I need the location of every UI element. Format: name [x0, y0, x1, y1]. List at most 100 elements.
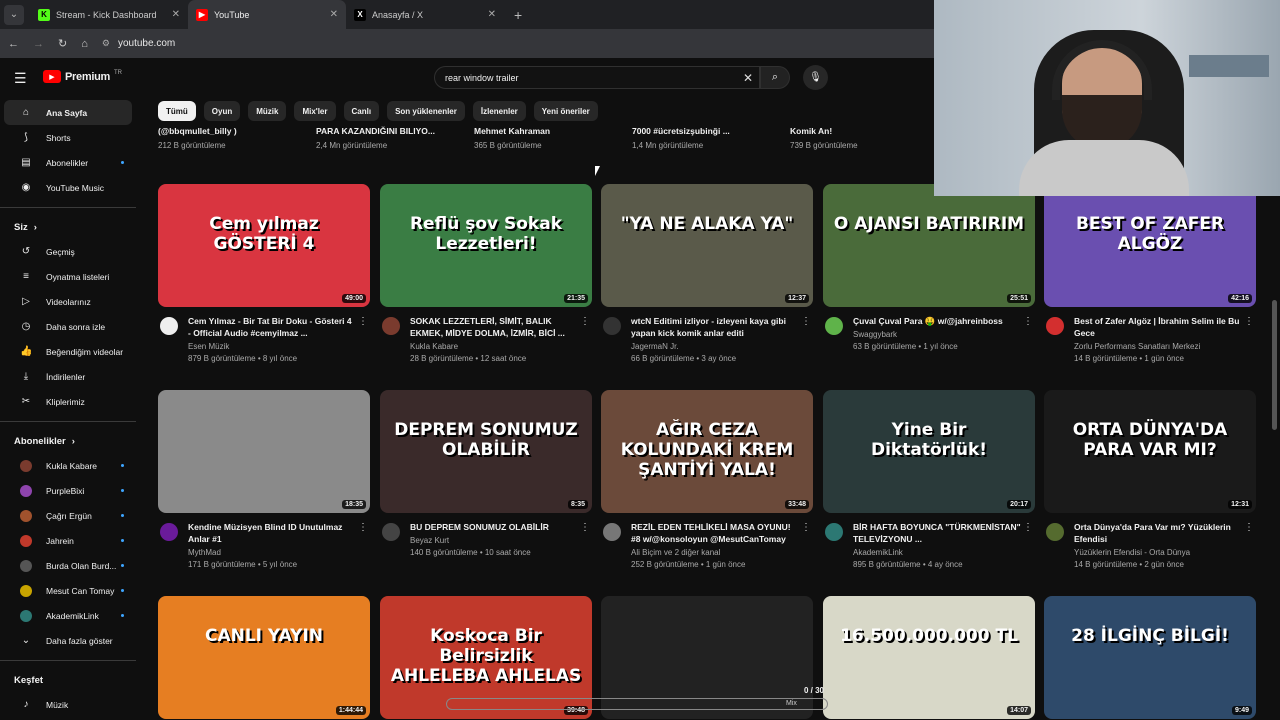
sidebar-item[interactable]: ≡ Oynatma listeleri [4, 264, 132, 289]
channel-name[interactable]: Kukla Kabare [410, 342, 592, 351]
video-thumbnail[interactable]: Reflü şov Sokak Lezzetleri! 21:35 [380, 184, 592, 307]
video-title[interactable]: Kendine Müzisyen Blind ID Unutulmaz Anla… [188, 521, 370, 545]
video-title[interactable]: SOKAK LEZZETLERİ, SİMİT, BALIK EKMEK, Mİ… [410, 315, 592, 339]
more-actions-icon[interactable]: ⋮ [1023, 522, 1033, 533]
filter-chip[interactable]: Yeni öneriler [533, 101, 598, 121]
filter-chip[interactable]: Müzik [248, 101, 287, 121]
browser-tab[interactable]: X Anasayfa / X ✕ [346, 0, 504, 29]
video-title[interactable]: wtcN Editimi izliyor - izleyeni kaya gib… [631, 315, 813, 339]
sidebar-item[interactable]: AkademikLink [4, 603, 132, 628]
channel-name[interactable]: Swaggybark [853, 330, 1035, 339]
video-thumbnail[interactable]: 28 İLGİNÇ BİLGİ! 9:49 [1044, 596, 1256, 719]
video-card[interactable]: Cem yılmaz GÖSTERİ 4 49:00 Cem Yılmaz - Bi… [158, 184, 370, 363]
channel-name[interactable]: Beyaz Kurt [410, 536, 592, 545]
filter-chip[interactable]: Mix'ler [294, 101, 336, 121]
more-actions-icon[interactable]: ⋮ [1023, 316, 1033, 327]
video-card[interactable]: DEPREM SONUMUZ OLABİLİR 8:35 BU DEPREM SON… [380, 390, 592, 557]
video-card[interactable]: 28 İLGİNÇ BİLGİ! 9:49 [1044, 596, 1256, 719]
video-title[interactable]: REZİL EDEN TEHLİKELİ MASA OYUNU! #8 w/@k… [631, 521, 813, 545]
sidebar-item[interactable]: ⟆ Shorts [4, 125, 132, 150]
video-title[interactable]: Cem Yılmaz - Bir Tat Bir Doku - Gösteri … [188, 315, 370, 339]
sidebar-item[interactable]: ▤ Abonelikler [4, 150, 132, 175]
video-thumbnail[interactable]: "YA NE ALAKA YA" 12:37 [601, 184, 813, 307]
close-tab-icon[interactable]: ✕ [488, 9, 496, 20]
video-thumbnail[interactable]: Cem yılmaz GÖSTERİ 4 49:00 [158, 184, 370, 307]
channel-name[interactable]: Yüzüklerin Efendisi - Orta Dünya [1074, 548, 1256, 557]
filter-chip[interactable]: Oyun [203, 101, 241, 121]
sidebar-item[interactable]: PurpleBixi [4, 478, 132, 503]
video-title[interactable]: BİR HAFTA BOYUNCA "TÜRKMENİSTAN" TELEVİZ… [853, 521, 1035, 545]
video-thumbnail[interactable]: O AJANSI BATIRIRIM 25:51 [823, 184, 1035, 307]
more-actions-icon[interactable]: ⋮ [1244, 316, 1254, 327]
channel-name[interactable]: AkademikLink [853, 548, 1035, 557]
video-card[interactable]: O AJANSI BATIRIRIM 25:51 Çuval Çuval Para … [823, 184, 1035, 351]
search-button[interactable]: ⌕ [760, 66, 790, 89]
video-card[interactable]: AĞIR CEZA KOLUNDAKİ KREM ŞANTİYİ YALA! 33… [601, 390, 813, 569]
sidebar-item[interactable]: ⌂ Ana Sayfa [4, 100, 132, 125]
channel-name[interactable]: Ali Biçim ve 2 diğer kanal [631, 548, 813, 557]
filter-chip[interactable]: Son yüklenenler [387, 101, 465, 121]
reload-icon[interactable]: ↻ [58, 37, 67, 50]
home-button-icon[interactable]: ⌂ [81, 38, 88, 50]
video-thumbnail[interactable]: ORTA DÜNYA'DA PARA VAR MI? 12:31 [1044, 390, 1256, 513]
forward-icon[interactable]: → [33, 38, 44, 50]
video-card[interactable]: CANLI YAYIN 1:44:44 [158, 596, 370, 719]
back-icon[interactable]: ← [8, 38, 19, 50]
sidebar-item[interactable]: Çağrı Ergün [4, 503, 132, 528]
channel-avatar[interactable] [1046, 317, 1064, 335]
browser-tab[interactable]: K Stream - Kick Dashboard ✕ [30, 0, 188, 29]
channel-name[interactable]: MythMad [188, 548, 370, 557]
video-card[interactable]: BEST OF ZAFER ALGÖZ 42:16 Best of Zafer Al… [1044, 184, 1256, 363]
sidebar-item[interactable]: ◉ YouTube Music [4, 175, 132, 200]
video-title[interactable]: Çuval Çuval Para 🤑 w/@jahreinboss [853, 315, 1035, 327]
video-card[interactable]: Reflü şov Sokak Lezzetleri! 21:35 SOKAK LE… [380, 184, 592, 363]
filter-chip[interactable]: İzlenenler [472, 101, 526, 121]
filter-chip[interactable]: Canlı [343, 101, 380, 121]
channel-name[interactable]: JagermaN Jr. [631, 342, 813, 351]
sidebar-item[interactable]: ▷ Videolarınız [4, 289, 132, 314]
video-title[interactable]: Best of Zafer Algöz | İbrahim Selim ile … [1074, 315, 1256, 339]
page-scrollbar[interactable] [1272, 300, 1277, 430]
site-info-icon[interactable]: ⚙ [102, 38, 110, 49]
video-thumbnail[interactable]: 18:35 [158, 390, 370, 513]
video-card[interactable]: 16.500.000.000 TL 14:07 [823, 596, 1035, 719]
video-title[interactable]: Orta Dünya'da Para Var mı? Yüzüklerin Ef… [1074, 521, 1256, 545]
video-thumbnail[interactable]: AĞIR CEZA KOLUNDAKİ KREM ŞANTİYİ YALA! 33… [601, 390, 813, 513]
show-more-button[interactable]: ⌄ Daha fazla göster [4, 628, 132, 653]
sidebar-item[interactable]: 👍 Beğendiğim videolar [4, 339, 132, 364]
video-card[interactable]: Yine Bir Diktatörlük! 20:17 BİR HAFTA BOYU… [823, 390, 1035, 569]
sidebar-item[interactable]: Burda Olan Burd... [4, 553, 132, 578]
browser-tab[interactable]: ▶ YouTube ✕ [188, 0, 346, 29]
sidebar-item[interactable]: ⤓ İndirilenler [4, 364, 132, 389]
more-actions-icon[interactable]: ⋮ [801, 522, 811, 533]
close-tab-icon[interactable]: ✕ [330, 9, 338, 20]
more-actions-icon[interactable]: ⋮ [580, 316, 590, 327]
sidebar-item[interactable]: Jahrein [4, 528, 132, 553]
channel-avatar[interactable] [1046, 523, 1064, 541]
close-tab-icon[interactable]: ✕ [172, 9, 180, 20]
more-actions-icon[interactable]: ⋮ [358, 522, 368, 533]
video-card[interactable]: ORTA DÜNYA'DA PARA VAR MI? 12:31 Orta Düny… [1044, 390, 1256, 569]
video-title[interactable]: BU DEPREM SONUMUZ OLABİLİR [410, 521, 592, 533]
filter-chip[interactable]: Tümü [158, 101, 196, 121]
clear-search-icon[interactable]: ✕ [743, 71, 753, 85]
sidebar-item[interactable]: Mesut Can Tomay [4, 578, 132, 603]
channel-avatar[interactable] [382, 523, 400, 541]
mix-player-bar[interactable]: 0 / 30 Mix [446, 684, 828, 714]
more-actions-icon[interactable]: ⋮ [801, 316, 811, 327]
sidebar-item[interactable]: Kukla Kabare [4, 453, 132, 478]
channel-avatar[interactable] [160, 317, 178, 335]
more-actions-icon[interactable]: ⋮ [1244, 522, 1254, 533]
video-card[interactable]: "YA NE ALAKA YA" 12:37 wtcN Editimi izliyo… [601, 184, 813, 363]
url-field[interactable]: ⚙ youtube.com [102, 38, 175, 49]
more-actions-icon[interactable]: ⋮ [358, 316, 368, 327]
channel-avatar[interactable] [603, 317, 621, 335]
video-thumbnail[interactable]: DEPREM SONUMUZ OLABİLİR 8:35 [380, 390, 592, 513]
tab-search-dropdown[interactable]: ⌄ [4, 4, 24, 25]
channel-name[interactable]: Zorlu Performans Sanatları Merkezi [1074, 342, 1256, 351]
menu-icon[interactable]: ☰ [14, 70, 27, 87]
channel-avatar[interactable] [382, 317, 400, 335]
channel-avatar[interactable] [825, 317, 843, 335]
channel-avatar[interactable] [160, 523, 178, 541]
video-card[interactable]: 18:35 Kendine Müzisyen Blind ID Unutulmaz… [158, 390, 370, 569]
